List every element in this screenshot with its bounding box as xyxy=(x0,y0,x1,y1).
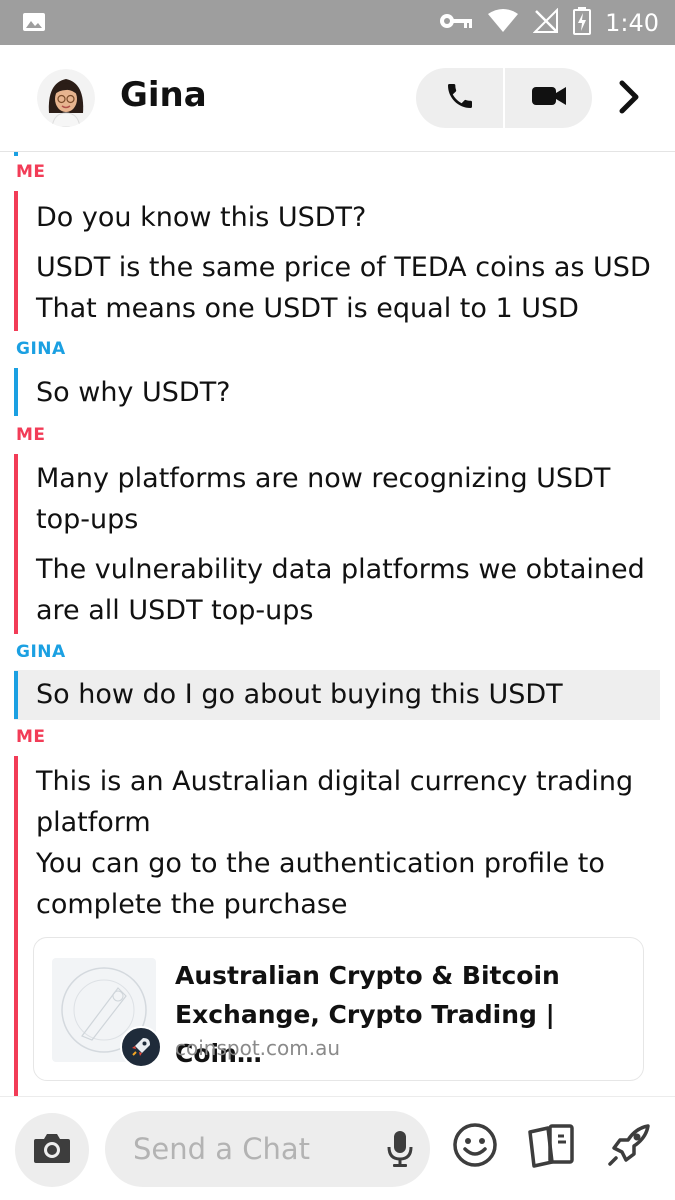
contact-name[interactable]: Gina xyxy=(120,75,207,115)
chat-header: Gina xyxy=(0,45,675,152)
message-bar xyxy=(14,191,18,331)
message-text[interactable]: This is an Australian digital currency t… xyxy=(36,761,633,925)
key-icon xyxy=(439,12,473,34)
avatar[interactable] xyxy=(37,69,95,127)
message-text[interactable]: So why USDT? xyxy=(36,372,231,413)
call-buttons xyxy=(416,68,592,128)
rocket-icon xyxy=(120,1026,162,1068)
message-text[interactable]: The vulnerability data platforms we obta… xyxy=(36,549,645,631)
message-bar xyxy=(14,152,18,156)
sender-label: GINA xyxy=(16,339,66,359)
video-camera-icon xyxy=(531,83,567,113)
message-bar xyxy=(14,671,18,719)
message-bar xyxy=(14,756,18,1096)
status-bar: 1:40 xyxy=(0,0,675,45)
camera-button[interactable] xyxy=(15,1113,89,1187)
sender-label: ME xyxy=(16,162,46,182)
link-domain: coinspot.com.au xyxy=(175,1036,341,1060)
camera-icon xyxy=(32,1131,72,1169)
chat-input-container[interactable] xyxy=(105,1111,430,1187)
composer-bar xyxy=(0,1096,675,1200)
chat-thread[interactable]: ME Do you know this USDT? USDT is the sa… xyxy=(0,152,675,1096)
sender-label: GINA xyxy=(16,642,66,662)
link-preview-card[interactable]: Australian Crypto & Bitcoin Exchange, Cr… xyxy=(33,937,644,1081)
cards-icon[interactable] xyxy=(526,1122,576,1172)
message-text[interactable]: So how do I go about buying this USDT xyxy=(36,674,563,715)
emoji-icon[interactable] xyxy=(452,1122,498,1172)
wifi-icon xyxy=(487,8,519,37)
chevron-right-icon[interactable] xyxy=(618,79,640,119)
sender-label: ME xyxy=(16,425,46,445)
microphone-icon[interactable] xyxy=(386,1129,414,1173)
gallery-notification-icon xyxy=(22,12,46,36)
message-text[interactable]: USDT is the same price of TEDA coins as … xyxy=(36,247,651,329)
message-bar xyxy=(14,368,18,416)
battery-charging-icon xyxy=(573,6,592,39)
no-signal-icon xyxy=(532,7,559,38)
clock: 1:40 xyxy=(605,8,659,37)
video-call-button[interactable] xyxy=(505,68,592,128)
phone-icon xyxy=(444,80,476,116)
sender-label: ME xyxy=(16,727,46,747)
chat-input[interactable] xyxy=(133,1111,373,1187)
rocket-icon[interactable] xyxy=(604,1122,652,1174)
message-text[interactable]: Many platforms are now recognizing USDT … xyxy=(36,458,610,540)
message-text[interactable]: Do you know this USDT? xyxy=(36,197,366,238)
voice-call-button[interactable] xyxy=(416,68,503,128)
message-bar xyxy=(14,454,18,634)
